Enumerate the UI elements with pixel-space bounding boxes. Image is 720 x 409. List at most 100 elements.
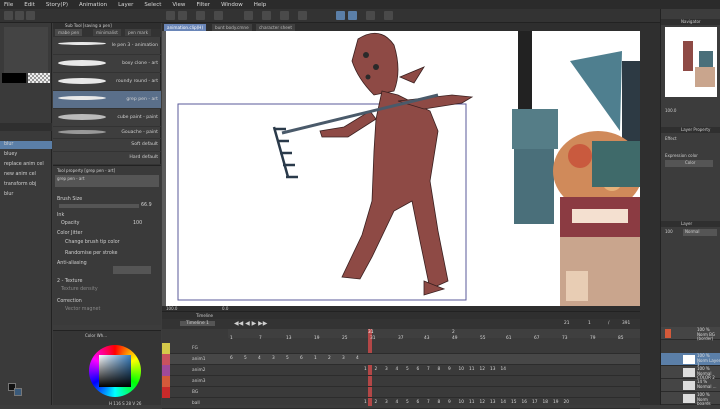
menu-view[interactable]: View [172, 2, 185, 8]
cel-number[interactable]: 10 [459, 367, 464, 372]
cel-number[interactable]: 7 [427, 400, 430, 405]
cel-number[interactable]: 5 [286, 356, 289, 361]
tab-character-sheet[interactable]: character sheet [256, 24, 296, 31]
sub-color-chip[interactable] [14, 388, 22, 396]
cel-number[interactable]: 19 [553, 400, 558, 405]
guide-icon[interactable] [384, 11, 393, 20]
open-icon[interactable] [15, 11, 24, 20]
brush-item[interactable]: Hard default [53, 152, 161, 165]
layer-item[interactable]: 14 % Normal ... [661, 379, 720, 392]
navigator-preview[interactable] [665, 27, 717, 97]
brush-item[interactable]: boxy clone - art [53, 55, 161, 73]
cel-number[interactable]: 20 [564, 400, 569, 405]
clear-icon[interactable] [196, 11, 205, 20]
layer-item[interactable]: 100 % Normal COLOR 2 [661, 366, 720, 380]
menu-select[interactable]: Select [144, 2, 161, 8]
snap-icon[interactable] [244, 11, 253, 20]
cel-number[interactable]: 11 [469, 367, 474, 372]
cel-number[interactable]: 5 [406, 400, 409, 405]
snap-ruler-icon[interactable] [336, 11, 345, 20]
cel-number[interactable]: 1 [364, 367, 367, 372]
cel-number[interactable]: 4 [258, 356, 261, 361]
blend-mode-select[interactable]: Normal [683, 229, 717, 236]
snap-grid-icon[interactable] [348, 11, 357, 20]
action-item[interactable]: transform obj [4, 182, 36, 187]
brush-item[interactable]: Soft default [53, 139, 161, 152]
menu-layer[interactable]: Layer [118, 2, 133, 8]
cel-number[interactable]: 16 [522, 400, 527, 405]
tool-grid[interactable] [4, 27, 48, 73]
opacity-value[interactable]: 100 [133, 221, 142, 226]
canvas-area[interactable] [162, 31, 643, 311]
action-item[interactable]: blur [4, 192, 13, 197]
cel-number[interactable]: 12 [480, 400, 485, 405]
cel-number[interactable]: 5 [244, 356, 247, 361]
cel-number[interactable]: 9 [448, 400, 451, 405]
cel-number[interactable]: 6 [417, 400, 420, 405]
tab-pen-mark[interactable]: pen mark [125, 29, 152, 36]
layer-item[interactable]: 100 % Norm BG (border) [661, 327, 720, 341]
cel-number[interactable]: 4 [356, 356, 359, 361]
cel-number[interactable]: 3 [272, 356, 275, 361]
cel-number[interactable]: 6 [300, 356, 303, 361]
cel-number[interactable]: 4 [396, 400, 399, 405]
cel-number[interactable]: 14 [501, 400, 506, 405]
track-row[interactable]: anim3 [162, 376, 640, 387]
cel-number[interactable]: 2 [375, 367, 378, 372]
cel-number[interactable]: 2 [375, 400, 378, 405]
cel-number[interactable]: 1 [314, 356, 317, 361]
menu-file[interactable]: File [4, 2, 13, 8]
cel-number[interactable]: 7 [427, 367, 430, 372]
new-icon[interactable] [4, 11, 13, 20]
transparent-swatch[interactable] [28, 73, 50, 83]
menu-help[interactable]: Help [254, 2, 267, 8]
perspective-icon[interactable] [366, 11, 375, 20]
action-item[interactable]: bluey [4, 152, 17, 157]
cel-number[interactable]: 14 [501, 367, 506, 372]
cel-number[interactable]: 13 [490, 400, 495, 405]
expression-color-select[interactable]: Color [665, 160, 713, 167]
brush-item[interactable]: cube paint - paint [53, 109, 161, 127]
layer-opacity[interactable]: 100 [665, 229, 673, 234]
play-controls[interactable]: ◀◀ ◀ ▶ ▶▶ [234, 320, 267, 327]
action-item[interactable]: new anim cel [4, 172, 36, 177]
save-icon[interactable] [26, 11, 35, 20]
main-color-swatch[interactable] [2, 73, 26, 83]
tab-animation-clip[interactable]: animation.clip(H) [164, 24, 207, 31]
color-square[interactable] [99, 355, 131, 387]
randomise-checkbox[interactable]: Randomise per stroke [65, 251, 117, 256]
cel-number[interactable]: 13 [490, 367, 495, 372]
layer-item[interactable]: 100 % Norm boards [661, 392, 720, 406]
brush-size-value[interactable]: 66.9 [141, 203, 152, 208]
cel-number[interactable]: 5 [406, 367, 409, 372]
cel-number[interactable]: 3 [385, 400, 388, 405]
cel-number[interactable]: 12 [480, 367, 485, 372]
menu-edit[interactable]: Edit [24, 2, 35, 8]
cel-sequence-anim2[interactable]: 1 2 3 4 5 6 7 8 9 10 11 12 13 14 [362, 365, 640, 376]
cel-number[interactable]: 2 [328, 356, 331, 361]
cel-number[interactable]: 6 [230, 356, 233, 361]
cel-number[interactable]: 9 [448, 367, 451, 372]
transform-icon[interactable] [214, 11, 223, 20]
select-icon[interactable] [298, 11, 307, 20]
track-row[interactable]: FG [162, 343, 640, 354]
cel-number[interactable]: 15 [511, 400, 516, 405]
ruler-icon[interactable] [262, 11, 271, 20]
menu-story[interactable]: Story(P) [46, 2, 68, 8]
brush-item[interactable]: roundy round - art [53, 73, 161, 91]
menu-filter[interactable]: Filter [196, 2, 210, 8]
cel-number[interactable]: 8 [438, 400, 441, 405]
timeline-select[interactable]: Timeline 1 [180, 321, 215, 326]
undo-icon[interactable] [166, 11, 175, 20]
brush-size-slider[interactable] [59, 204, 139, 208]
fill-icon[interactable] [280, 11, 289, 20]
layer-item-selected[interactable]: 100 % Norm Layer 1 [661, 353, 720, 367]
antialias-selector[interactable] [113, 266, 151, 274]
cel-number[interactable]: 18 [543, 400, 548, 405]
tab-bunt-body[interactable]: bunt body.cmne [212, 24, 252, 31]
cel-number[interactable]: 3 [342, 356, 345, 361]
cel-number[interactable]: 10 [459, 400, 464, 405]
tab-minimalist[interactable]: minimalist [93, 29, 121, 36]
action-item[interactable]: blur [4, 142, 13, 147]
menu-window[interactable]: Window [221, 2, 243, 8]
